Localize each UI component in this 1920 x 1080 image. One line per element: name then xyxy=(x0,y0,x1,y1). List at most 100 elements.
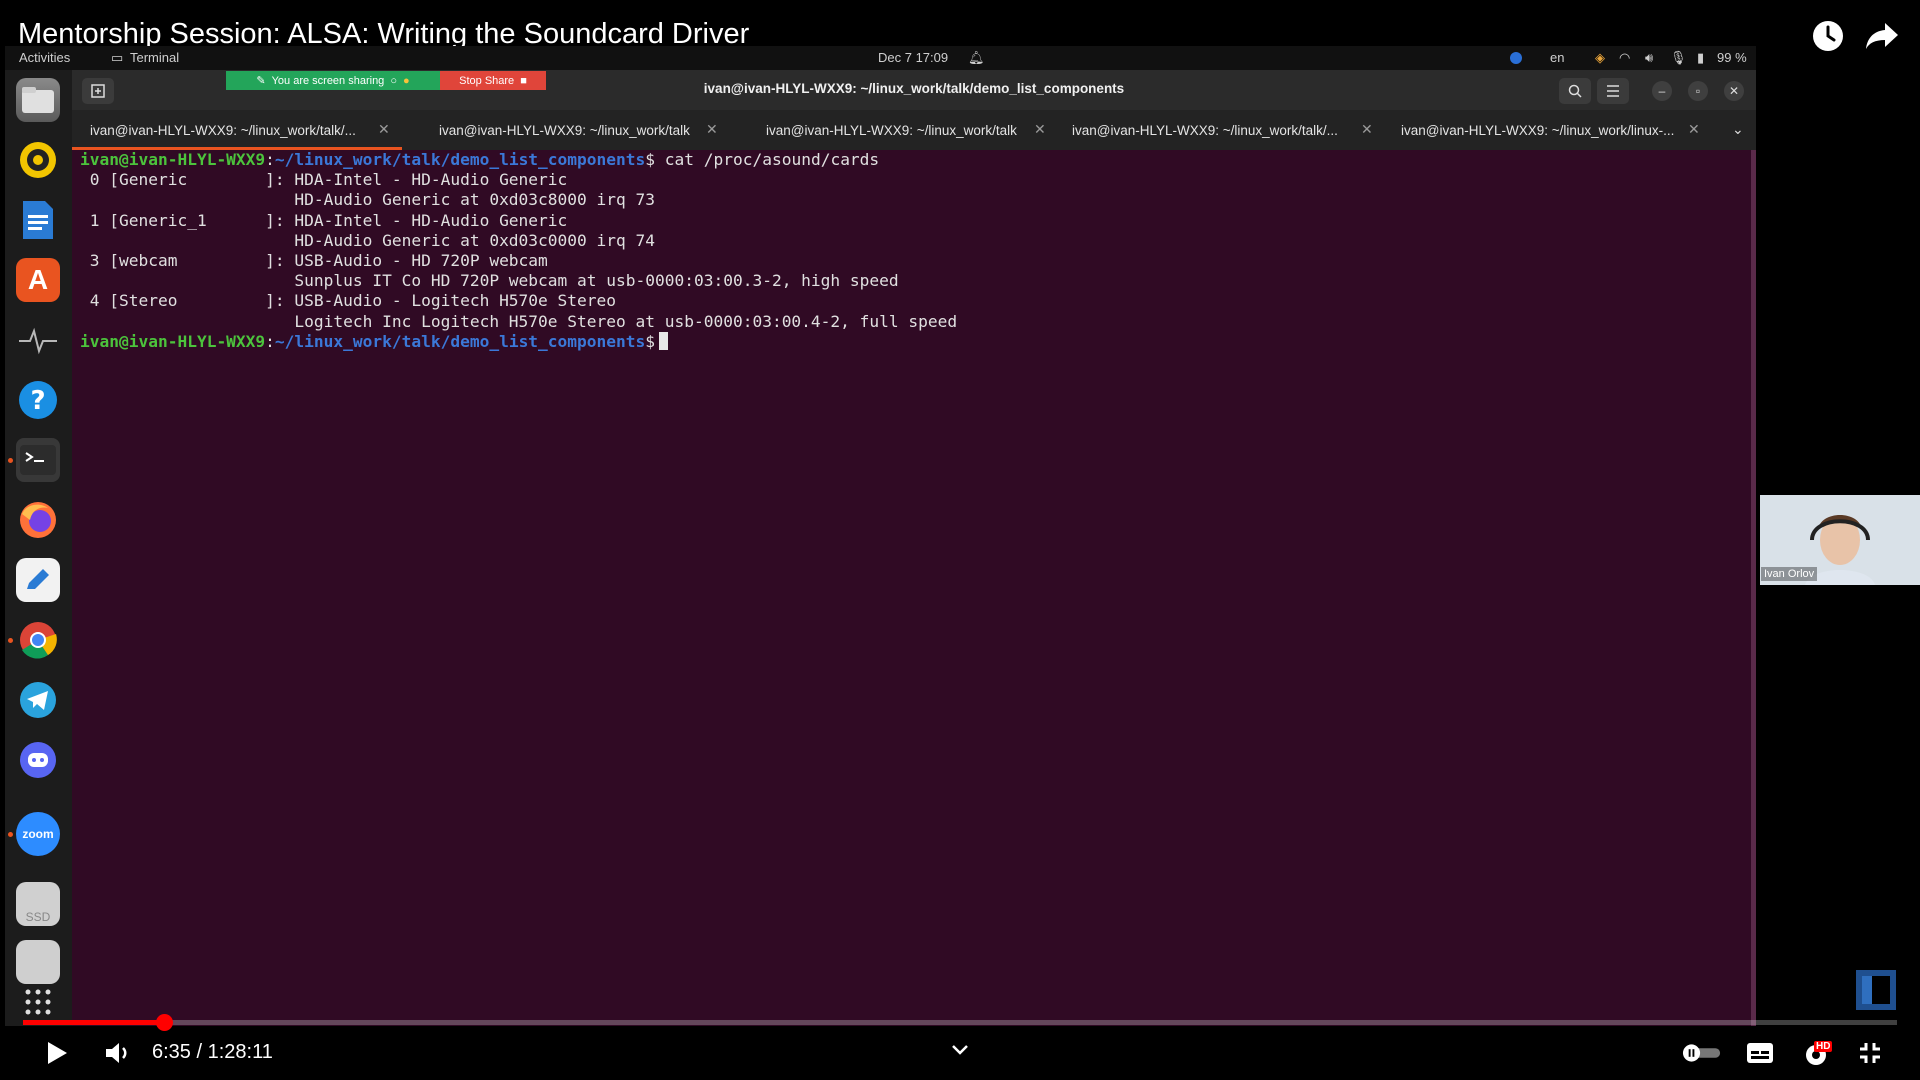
status-indicator-icon[interactable] xyxy=(1510,52,1522,64)
system-monitor-icon[interactable] xyxy=(16,318,60,362)
tab-3[interactable]: ivan@ivan-HLYL-WXX9: ~/linux_work/talk xyxy=(766,110,1017,150)
help-icon[interactable]: ? xyxy=(16,378,60,422)
terminal-output[interactable]: ivan@ivan-HLYL-WXX9:~/linux_work/talk/de… xyxy=(80,150,1740,352)
channel-logo-icon[interactable] xyxy=(1856,970,1896,1010)
maximize-icon[interactable]: ▫ xyxy=(1688,81,1708,101)
battery-icon[interactable]: ▮ xyxy=(1697,50,1704,66)
output-line: 3 [webcam ]: USB-Audio - HD 720P webcam xyxy=(80,251,548,271)
tab-1[interactable]: ivan@ivan-HLYL-WXX9: ~/linux_work/talk/.… xyxy=(90,110,356,150)
tab-label: ivan@ivan-HLYL-WXX9: ~/linux_work/talk/.… xyxy=(1072,122,1338,138)
terminal-dock-icon[interactable] xyxy=(16,438,60,482)
dock: A ? zoom SSD xyxy=(5,70,72,1026)
output-line: 1 [Generic_1 ]: HDA-Intel - HD-Audio Gen… xyxy=(80,210,568,230)
writer-icon[interactable] xyxy=(16,198,60,242)
show-apps-icon[interactable] xyxy=(16,980,60,1024)
terminal-tab-bar: ivan@ivan-HLYL-WXX9: ~/linux_work/talk/.… xyxy=(72,110,1756,150)
running-indicator xyxy=(8,638,13,643)
gnome-top-bar: Activities ▭ Terminal Dec 7 17:09 🔔︎ en … xyxy=(5,46,1756,70)
autoplay-toggle-icon[interactable] xyxy=(1682,1033,1722,1073)
chevron-down-icon[interactable] xyxy=(940,1030,980,1070)
tab-label: ivan@ivan-HLYL-WXX9: ~/linux_work/talk xyxy=(439,122,690,138)
screen-sharing-banner: ✎ You are screen sharing ○ ● xyxy=(226,71,440,90)
zoom-icon[interactable]: zoom xyxy=(16,812,60,856)
share-status-icon: ○ xyxy=(390,74,397,87)
tab-close-icon[interactable]: ✕ xyxy=(1688,121,1700,138)
stop-share-label: Stop Share xyxy=(459,74,515,87)
text-cursor xyxy=(659,331,669,350)
hd-badge: HD xyxy=(1814,1041,1833,1052)
clock[interactable]: Dec 7 17:09 xyxy=(878,50,948,65)
output-line: HD-Audio Generic at 0xd03c0000 irq 74 xyxy=(80,230,655,250)
activities-button[interactable]: Activities xyxy=(19,50,70,65)
rhythmbox-icon[interactable] xyxy=(16,138,60,182)
webcam-name-label: Ivan Orlov xyxy=(1761,567,1818,581)
terminal-app-icon: ▭ xyxy=(111,50,124,65)
firefox-icon[interactable] xyxy=(16,498,60,542)
tab-overflow-chevron-icon[interactable]: ⌄ xyxy=(1732,121,1744,138)
volume-icon[interactable] xyxy=(98,1033,138,1073)
tab-2[interactable]: ivan@ivan-HLYL-WXX9: ~/linux_work/talk xyxy=(439,110,690,150)
watch-later-icon[interactable] xyxy=(1808,16,1848,56)
microphone-icon[interactable]: 🎙︎ xyxy=(1670,50,1687,66)
tab-label: ivan@ivan-HLYL-WXX9: ~/linux_work/talk/.… xyxy=(90,122,356,138)
active-app-name[interactable]: Terminal xyxy=(130,50,179,65)
subtitles-icon[interactable] xyxy=(1740,1033,1780,1073)
tab-5[interactable]: ivan@ivan-HLYL-WXX9: ~/linux_work/linux-… xyxy=(1401,110,1674,150)
discord-icon[interactable] xyxy=(16,738,60,782)
search-icon[interactable] xyxy=(1559,78,1591,104)
prompt-user: ivan@ivan-HLYL-WXX9 xyxy=(80,331,266,351)
running-indicator xyxy=(8,832,13,837)
exit-fullscreen-icon[interactable] xyxy=(1850,1033,1890,1073)
output-line: 0 [Generic ]: HDA-Intel - HD-Audio Gener… xyxy=(80,170,568,190)
share-icon-small: ✎ xyxy=(256,75,266,87)
stop-share-button[interactable]: Stop Share ■ xyxy=(440,71,546,90)
battery-percentage: 99 % xyxy=(1717,50,1747,65)
files-icon[interactable] xyxy=(16,78,60,122)
shield-icon: ● xyxy=(402,74,410,87)
tray-app-icon[interactable]: ◈ xyxy=(1595,50,1605,66)
text-editor-icon[interactable] xyxy=(16,558,60,602)
screen-sharing-label: You are screen sharing xyxy=(271,74,385,87)
chrome-icon[interactable] xyxy=(16,618,60,662)
output-line: HD-Audio Generic at 0xd03c8000 irq 73 xyxy=(80,190,655,210)
tab-4[interactable]: ivan@ivan-HLYL-WXX9: ~/linux_work/talk/.… xyxy=(1072,110,1338,150)
time-display: 6:35 / 1:28:11 xyxy=(152,1041,273,1063)
tab-label: ivan@ivan-HLYL-WXX9: ~/linux_work/linux-… xyxy=(1401,122,1675,138)
prompt-user: ivan@ivan-HLYL-WXX9 xyxy=(80,150,266,169)
terminal-scrollbar[interactable] xyxy=(1751,150,1756,1026)
command-text: cat /proc/asound/cards xyxy=(664,150,880,169)
close-icon[interactable]: ✕ xyxy=(1724,81,1744,101)
prompt-path: ~/linux_work/talk/demo_list_components xyxy=(274,331,646,351)
tab-close-icon[interactable]: ✕ xyxy=(706,121,718,138)
tab-close-icon[interactable]: ✕ xyxy=(1034,121,1046,138)
stop-icon: ■ xyxy=(520,74,527,87)
progress-played xyxy=(23,1020,164,1025)
share-icon[interactable] xyxy=(1862,16,1902,56)
wifi-icon[interactable]: ◠ xyxy=(1619,50,1630,66)
notification-bell-icon: 🔔︎ xyxy=(968,50,985,65)
progress-scrubber[interactable] xyxy=(155,1014,173,1031)
app-center-icon[interactable]: A xyxy=(16,258,60,302)
drive-icon[interactable] xyxy=(16,940,60,984)
settings-gear-icon[interactable] xyxy=(1798,1033,1838,1073)
prompt-line: ivan@ivan-HLYL-WXX9:~/linux_work/talk/de… xyxy=(80,331,1740,352)
keyboard-layout[interactable]: en xyxy=(1550,50,1564,65)
shared-desktop: Activities ▭ Terminal Dec 7 17:09 🔔︎ en … xyxy=(5,46,1756,1026)
output-line: 4 [Stereo ]: USB-Audio - Logitech H570e … xyxy=(80,291,617,311)
hamburger-menu-icon[interactable] xyxy=(1597,78,1629,104)
tab-close-icon[interactable]: ✕ xyxy=(378,121,390,138)
terminal-window: ivan@ivan-HLYL-WXX9: ~/linux_work/talk/d… xyxy=(72,70,1756,1026)
output-line: Sunplus IT Co HD 720P webcam at usb-0000… xyxy=(80,271,899,291)
telegram-icon[interactable] xyxy=(16,678,60,722)
command-line: ivan@ivan-HLYL-WXX9:~/linux_work/talk/de… xyxy=(80,150,880,169)
progress-track[interactable] xyxy=(23,1020,1897,1025)
play-icon[interactable] xyxy=(37,1033,77,1073)
output-line: Logitech Inc Logitech H570e Stereo at us… xyxy=(80,311,958,331)
svg-text:?: ? xyxy=(30,386,45,416)
minimize-icon[interactable]: – xyxy=(1652,81,1672,101)
ssd-drive-icon[interactable]: SSD xyxy=(16,882,60,926)
prompt-path: ~/linux_work/talk/demo_list_components xyxy=(274,150,646,169)
tab-close-icon[interactable]: ✕ xyxy=(1361,121,1373,138)
volume-icon[interactable]: 🔊︎ xyxy=(1645,50,1653,66)
tab-label: ivan@ivan-HLYL-WXX9: ~/linux_work/talk xyxy=(766,122,1017,138)
